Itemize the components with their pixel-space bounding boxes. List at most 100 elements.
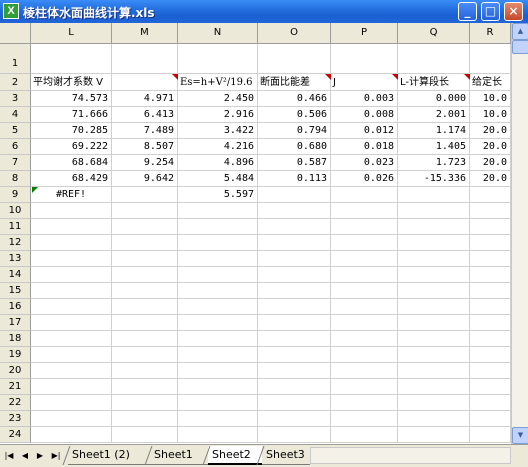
cell-N4[interactable]: 2.916 [178, 107, 258, 123]
cell-N13[interactable] [178, 251, 258, 267]
cell-L15[interactable] [31, 283, 112, 299]
row-header-16[interactable]: 16 [0, 299, 31, 315]
cell-N3[interactable]: 2.450 [178, 91, 258, 107]
resize-grip[interactable] [511, 447, 528, 464]
cell-Q14[interactable] [398, 267, 470, 283]
cell-R6[interactable]: 20.0 [470, 139, 511, 155]
sheet-tab-1[interactable]: Sheet1 (2) [68, 446, 150, 465]
cell-P16[interactable] [331, 299, 398, 315]
cell-R24[interactable] [470, 427, 511, 443]
row-header-18[interactable]: 18 [0, 331, 31, 347]
cell-N20[interactable] [178, 363, 258, 379]
cell-N19[interactable] [178, 347, 258, 363]
cell-N9[interactable]: 5.597 [178, 187, 258, 203]
cell-Q6[interactable]: 1.405 [398, 139, 470, 155]
cell-L7[interactable]: 68.684 [31, 155, 112, 171]
cell-M23[interactable] [112, 411, 178, 427]
row-header-7[interactable]: 7 [0, 155, 31, 171]
cell-P7[interactable]: 0.023 [331, 155, 398, 171]
cell-M7[interactable]: 9.254 [112, 155, 178, 171]
cell-N12[interactable] [178, 235, 258, 251]
cell-L21[interactable] [31, 379, 112, 395]
cell-R15[interactable] [470, 283, 511, 299]
cell-L24[interactable] [31, 427, 112, 443]
cell-N10[interactable] [178, 203, 258, 219]
excel-app-icon[interactable]: X [3, 3, 19, 19]
scroll-up-button[interactable]: ▲ [512, 23, 528, 40]
row-header-24[interactable]: 24 [0, 427, 31, 443]
cell-R9[interactable] [470, 187, 511, 203]
cell-O17[interactable] [258, 315, 331, 331]
cell-Q7[interactable]: 1.723 [398, 155, 470, 171]
cell-L5[interactable]: 70.285 [31, 123, 112, 139]
cell-R16[interactable] [470, 299, 511, 315]
cell-M9[interactable] [112, 187, 178, 203]
cell-M2[interactable] [112, 74, 178, 91]
cell-P20[interactable] [331, 363, 398, 379]
cell-L23[interactable] [31, 411, 112, 427]
cell-P2[interactable]: J [331, 74, 398, 91]
cell-L19[interactable] [31, 347, 112, 363]
column-header-P[interactable]: P [331, 23, 398, 44]
cell-O8[interactable]: 0.113 [258, 171, 331, 187]
row-header-21[interactable]: 21 [0, 379, 31, 395]
row-header-4[interactable]: 4 [0, 107, 31, 123]
cell-L12[interactable] [31, 235, 112, 251]
cell-N15[interactable] [178, 283, 258, 299]
cell-R21[interactable] [470, 379, 511, 395]
horizontal-scrollbar[interactable] [310, 447, 511, 464]
cell-L9[interactable]: #REF! [31, 187, 112, 203]
cell-P14[interactable] [331, 267, 398, 283]
cell-R7[interactable]: 20.0 [470, 155, 511, 171]
cell-P11[interactable] [331, 219, 398, 235]
cell-L1[interactable] [31, 44, 112, 74]
row-header-10[interactable]: 10 [0, 203, 31, 219]
cell-N16[interactable] [178, 299, 258, 315]
cell-Q8[interactable]: -15.336 [398, 171, 470, 187]
cell-N22[interactable] [178, 395, 258, 411]
comment-indicator[interactable] [172, 74, 178, 80]
cell-R18[interactable] [470, 331, 511, 347]
cell-P6[interactable]: 0.018 [331, 139, 398, 155]
cell-N17[interactable] [178, 315, 258, 331]
cell-Q17[interactable] [398, 315, 470, 331]
cell-Q20[interactable] [398, 363, 470, 379]
sheet-tab-4[interactable]: Sheet3 [262, 446, 310, 465]
cell-R13[interactable] [470, 251, 511, 267]
close-button[interactable]: × [504, 2, 523, 21]
minimize-button[interactable]: _ [458, 2, 477, 21]
cell-Q19[interactable] [398, 347, 470, 363]
row-header-1[interactable]: 1 [0, 44, 31, 74]
cell-Q21[interactable] [398, 379, 470, 395]
cell-N1[interactable] [178, 44, 258, 74]
cell-R23[interactable] [470, 411, 511, 427]
cell-M16[interactable] [112, 299, 178, 315]
cell-O18[interactable] [258, 331, 331, 347]
cell-O22[interactable] [258, 395, 331, 411]
cell-L2[interactable]: 平均谢才系数 V [31, 74, 112, 91]
cell-N11[interactable] [178, 219, 258, 235]
cell-O9[interactable] [258, 187, 331, 203]
column-header-L[interactable]: L [31, 23, 112, 44]
sheet-tab-2[interactable]: Sheet1 [150, 446, 208, 465]
cell-L14[interactable] [31, 267, 112, 283]
cell-M8[interactable]: 9.642 [112, 171, 178, 187]
cell-Q12[interactable] [398, 235, 470, 251]
row-header-9[interactable]: 9 [0, 187, 31, 203]
cell-R17[interactable] [470, 315, 511, 331]
comment-indicator[interactable] [392, 74, 398, 80]
cell-R11[interactable] [470, 219, 511, 235]
row-header-2[interactable]: 2 [0, 74, 31, 91]
cell-N21[interactable] [178, 379, 258, 395]
cell-L17[interactable] [31, 315, 112, 331]
cell-M1[interactable] [112, 44, 178, 74]
column-header-R[interactable]: R [470, 23, 511, 44]
cell-O14[interactable] [258, 267, 331, 283]
cell-P23[interactable] [331, 411, 398, 427]
cell-L20[interactable] [31, 363, 112, 379]
select-all-corner[interactable] [0, 23, 31, 44]
cell-N6[interactable]: 4.216 [178, 139, 258, 155]
error-indicator[interactable] [32, 187, 38, 193]
cell-O5[interactable]: 0.794 [258, 123, 331, 139]
row-header-23[interactable]: 23 [0, 411, 31, 427]
